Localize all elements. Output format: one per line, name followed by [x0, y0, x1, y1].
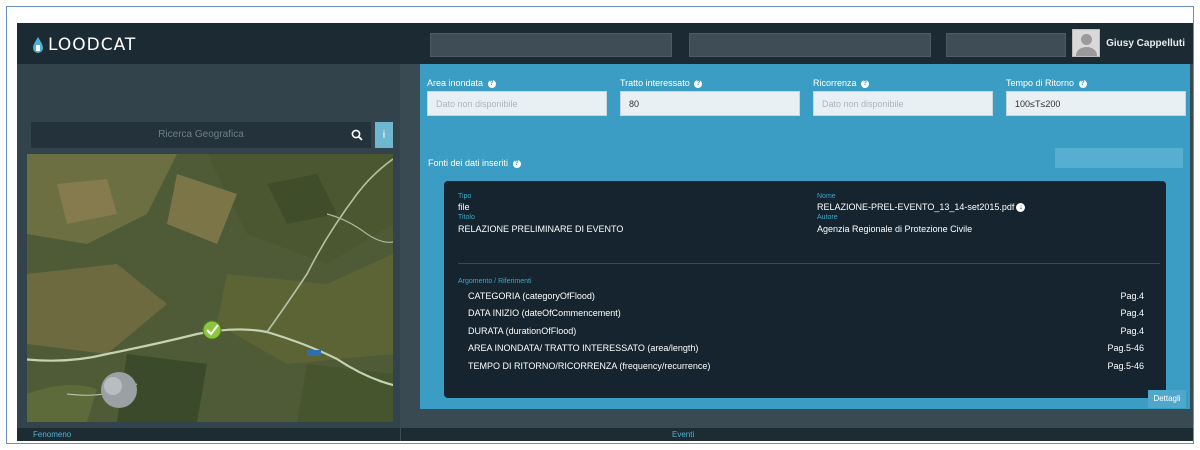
help-icon[interactable]: ?	[694, 79, 703, 88]
help-icon[interactable]: ?	[487, 79, 496, 88]
nome-value: RELAZIONE-PREL-EVENTO_13_14-set2015.pdf ↓	[817, 202, 1026, 213]
header-field-2[interactable]	[689, 33, 931, 57]
event-details-panel: Area inondata ? Dato non disponibile Tra…	[420, 64, 1190, 409]
user-name: Giusy Cappelluti	[1106, 37, 1185, 49]
map-imagery	[27, 154, 393, 422]
header-field-1[interactable]	[430, 33, 672, 57]
brand-name: LOODCAT	[48, 35, 137, 55]
reference-row: AREA INONDATA/ TRATTO INTERESSATO (area/…	[468, 343, 1144, 353]
help-icon[interactable]: ?	[1078, 79, 1087, 88]
download-icon[interactable]: ↓	[1016, 203, 1026, 213]
label-area-inondata: Area inondata ?	[427, 78, 496, 88]
search-icon[interactable]	[351, 129, 363, 141]
tipo-value: file	[458, 202, 470, 212]
avatar	[1072, 29, 1101, 57]
tab-fenomeno[interactable]: Fenomeno	[33, 430, 71, 439]
autore-label: Autore	[817, 214, 838, 221]
source-card: Tipo file Titolo RELAZIONE PRELIMINARE D…	[444, 181, 1166, 398]
titolo-value: RELAZIONE PRELIMINARE DI EVENTO	[458, 224, 624, 234]
footer-divider	[400, 428, 401, 441]
reference-row: TEMPO DI RITORNO/RICORRENZA (frequency/r…	[468, 361, 1144, 371]
info-button[interactable]: i	[375, 122, 393, 148]
field-tempo-di-ritorno[interactable]: 100≤T≤200	[1006, 91, 1186, 116]
reference-row: CATEGORIA (categoryOfFlood) Pag.4	[468, 291, 1144, 301]
autore-value: Agenzia Regionale di Protezione Civile	[817, 224, 973, 234]
header-field-3[interactable]	[946, 33, 1066, 57]
geo-search-input[interactable]: Ricerca Geografica	[31, 122, 371, 148]
field-ricorrenza[interactable]: Dato non disponibile	[813, 91, 993, 116]
label-ricorrenza: Ricorrenza ?	[813, 78, 870, 88]
field-area-inondata[interactable]: Dato non disponibile	[427, 91, 607, 116]
tab-eventi[interactable]: Eventi	[672, 430, 694, 439]
nome-label: Nome	[817, 193, 836, 200]
card-divider	[458, 263, 1160, 264]
label-tratto-interessato: Tratto interessato ?	[620, 78, 703, 88]
app-logo[interactable]: LOODCAT	[31, 35, 136, 55]
satellite-map[interactable]	[27, 154, 393, 422]
reference-row: DATA INIZIO (dateOfCommencement) Pag.4	[468, 308, 1144, 318]
help-icon[interactable]: ?	[512, 159, 521, 168]
sources-label: Fonti dei dati inseriti ?	[428, 158, 521, 168]
field-tratto-interessato[interactable]: 80	[620, 91, 800, 116]
geo-search-placeholder: Ricerca Geografica	[158, 129, 244, 140]
sources-toolbar	[1055, 148, 1183, 168]
top-header: LOODCAT Giusy Cappelluti	[17, 23, 1193, 64]
section-label: Argomento / Riferimenti	[458, 278, 532, 285]
label-tempo-di-ritorno: Tempo di Ritorno ?	[1006, 78, 1087, 88]
left-panel: Ricerca Geografica i	[17, 64, 400, 428]
dettagli-button[interactable]: Dettagli	[1148, 390, 1186, 408]
bottom-footer: Fenomeno Eventi	[17, 428, 1193, 441]
tipo-label: Tipo	[458, 193, 472, 200]
drop-logo-icon	[33, 37, 43, 53]
file-name-link[interactable]: RELAZIONE-PREL-EVENTO_13_14-set2015.pdf	[817, 202, 1014, 212]
help-icon[interactable]: ?	[861, 79, 870, 88]
floodcat-app: LOODCAT Giusy Cappelluti Ricerca Geograf…	[17, 23, 1193, 441]
titolo-label: Titolo	[458, 214, 475, 221]
user-menu[interactable]: Giusy Cappelluti	[1072, 27, 1185, 59]
reference-row: DURATA (durationOfFlood) Pag.4	[468, 326, 1144, 336]
